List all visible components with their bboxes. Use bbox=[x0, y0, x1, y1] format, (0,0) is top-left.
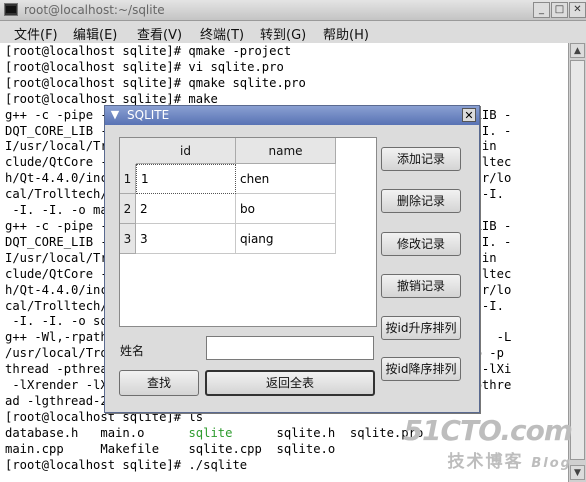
table-cell-id[interactable]: 1 bbox=[136, 164, 236, 194]
table-cell-name[interactable]: bo bbox=[236, 194, 336, 224]
ls-entry: Makefile bbox=[100, 441, 160, 456]
row-header[interactable]: 2 bbox=[120, 194, 136, 224]
table-cell-name[interactable]: qiang bbox=[236, 224, 336, 254]
row-header[interactable]: 1 bbox=[120, 164, 136, 194]
column-header-name[interactable]: name bbox=[236, 138, 336, 164]
name-input[interactable] bbox=[206, 336, 374, 360]
window-titlebar: root@localhost:~/sqlite _ □ ✕ bbox=[0, 0, 586, 21]
edit-record-button[interactable]: 修改记录 bbox=[381, 232, 461, 256]
column-header-id[interactable]: id bbox=[136, 138, 236, 164]
menu-view[interactable]: 查看(V) bbox=[137, 24, 182, 43]
sort-asc-button[interactable]: 按id升序排列 bbox=[381, 316, 461, 340]
dialog-titlebar: ▼ SQLITE ✕ bbox=[105, 106, 479, 125]
terminal-line: [root@localhost sqlite]# vi sqlite.pro bbox=[5, 59, 284, 74]
menu-file[interactable]: 文件(F) bbox=[14, 24, 58, 43]
menu-edit[interactable]: 编辑(E) bbox=[73, 24, 117, 43]
terminal-line: [root@localhost sqlite]# qmake -project bbox=[5, 44, 292, 58]
table-cell-id[interactable]: 2 bbox=[136, 194, 236, 224]
name-label: 姓名 bbox=[120, 344, 145, 358]
scroll-down-arrow-icon[interactable]: ▼ bbox=[570, 465, 585, 480]
scroll-up-arrow-icon[interactable]: ▲ bbox=[570, 43, 585, 58]
close-icon[interactable]: ✕ bbox=[462, 108, 476, 122]
ls-entry: database.h bbox=[5, 425, 79, 440]
menu-help[interactable]: 帮助(H) bbox=[323, 24, 369, 43]
ls-entry-executable: sqlite bbox=[188, 425, 233, 440]
table-cell-id[interactable]: 3 bbox=[136, 224, 236, 254]
terminal-line: [root@localhost sqlite]# make bbox=[5, 91, 218, 106]
records-table[interactable]: id name 1 1 chen 2 2 bo 3 3 qiang bbox=[119, 137, 377, 327]
watermark: 51CTO.com 技术博客 Blog bbox=[403, 414, 573, 472]
ls-entry: sqlite.o bbox=[276, 441, 336, 456]
sqlite-dialog: ▼ SQLITE ✕ id name 1 1 chen 2 2 bo 3 3 q… bbox=[104, 105, 480, 413]
ls-entry: main.cpp bbox=[5, 441, 64, 456]
sort-desc-button[interactable]: 按id降序排列 bbox=[381, 357, 461, 381]
terminal-app-icon bbox=[4, 3, 18, 16]
ls-entry: sqlite.h bbox=[276, 425, 336, 440]
table-corner[interactable] bbox=[120, 138, 137, 165]
terminal-line: -I. -I. -o sq bbox=[5, 314, 108, 329]
window-title: root@localhost:~/sqlite bbox=[24, 3, 165, 17]
delete-record-button[interactable]: 删除记录 bbox=[381, 189, 461, 213]
menu-terminal[interactable]: 终端(T) bbox=[200, 24, 244, 43]
row-header[interactable]: 3 bbox=[120, 224, 136, 254]
minimize-button[interactable]: _ bbox=[533, 2, 550, 18]
terminal-prompt-line: [root@localhost sqlite]# ./sqlite bbox=[5, 457, 248, 472]
terminal-line: [root@localhost sqlite]# qmake sqlite.pr… bbox=[5, 75, 306, 90]
scrollbar-thumb[interactable] bbox=[570, 60, 585, 460]
terminal-line: ad -lgthread-2 bbox=[5, 393, 108, 408]
terminal-line: -I. -I. -o ma bbox=[5, 203, 108, 218]
maximize-button[interactable]: □ bbox=[551, 2, 568, 18]
add-record-button[interactable]: 添加记录 bbox=[381, 147, 461, 171]
menu-bar: 文件(F) 编辑(E) 查看(V) 终端(T) 转到(G) 帮助(H) bbox=[0, 21, 586, 44]
table-cell-name[interactable]: chen bbox=[236, 164, 336, 194]
menu-go[interactable]: 转到(G) bbox=[260, 24, 306, 43]
undo-record-button[interactable]: 撤销记录 bbox=[381, 274, 461, 298]
close-window-button[interactable]: ✕ bbox=[569, 2, 586, 18]
ls-entry: main.o bbox=[100, 425, 145, 440]
dialog-title: SQLITE bbox=[127, 108, 170, 122]
show-all-button[interactable]: 返回全表 bbox=[205, 370, 375, 396]
window-menu-chevron-icon[interactable]: ▼ bbox=[108, 108, 122, 122]
search-button[interactable]: 查找 bbox=[119, 370, 199, 396]
ls-entry: sqlite.cpp bbox=[188, 441, 262, 456]
